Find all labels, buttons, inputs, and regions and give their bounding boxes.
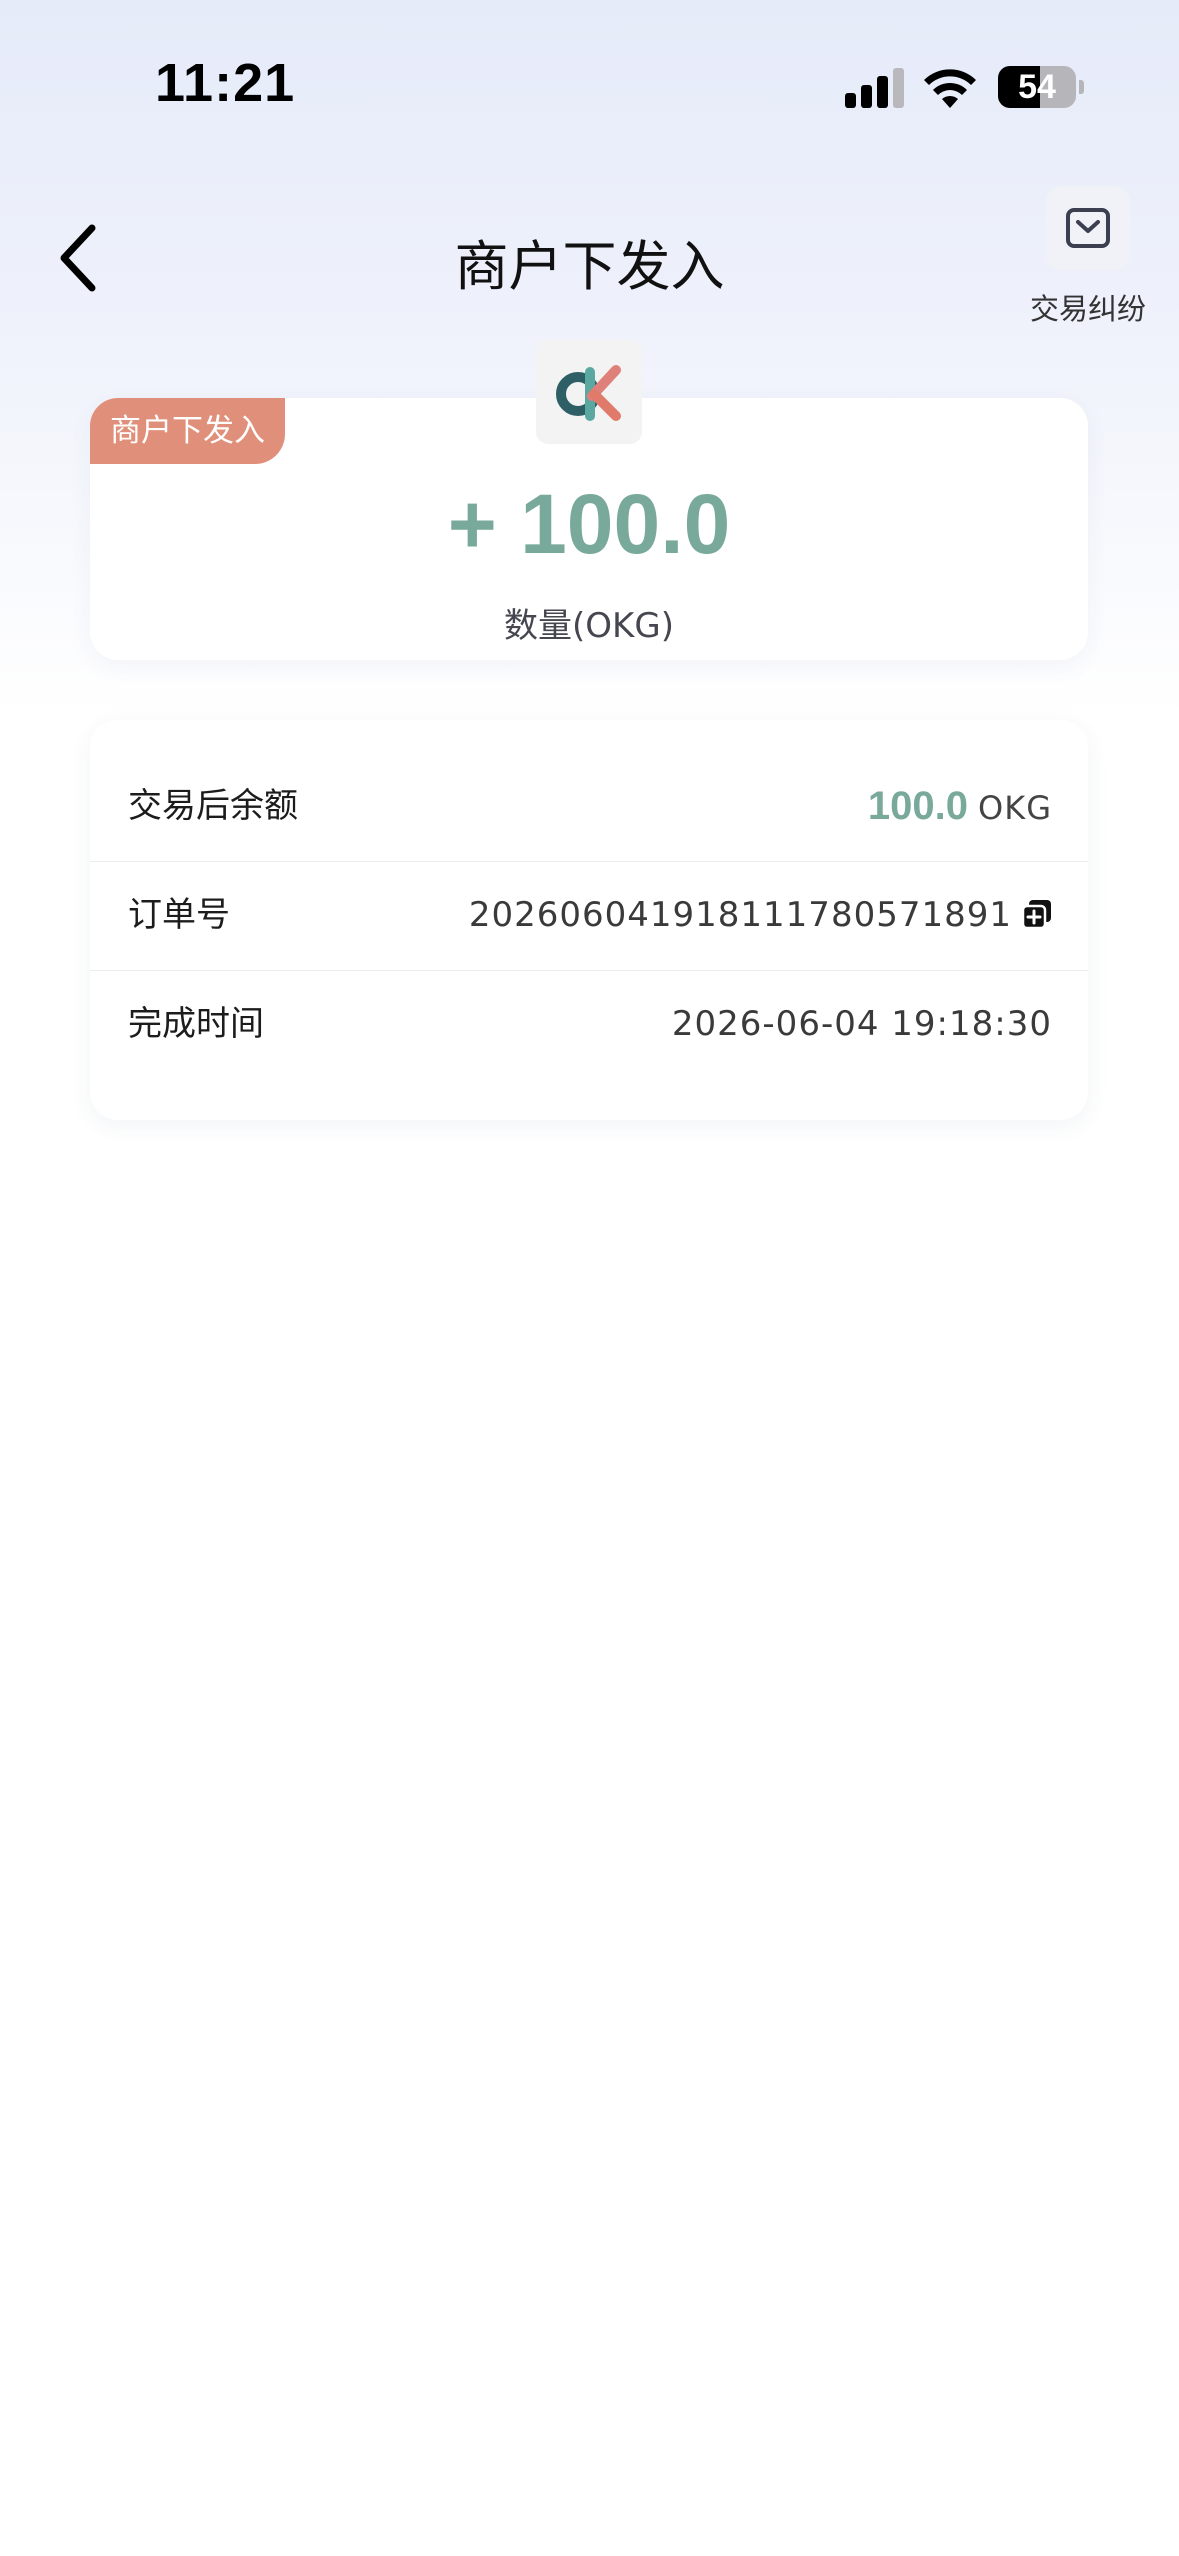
- dispute-label: 交易纠纷: [1029, 292, 1146, 326]
- order-label: 订单号: [128, 895, 230, 935]
- transaction-type-tag: 商户下发入: [90, 398, 285, 464]
- battery-level: 54: [1018, 68, 1056, 106]
- balance-unit: OKG: [978, 789, 1052, 827]
- transaction-dispute-button[interactable]: 交易纠纷: [1010, 186, 1166, 326]
- amount-unit-label: 数量(OKG): [504, 606, 674, 646]
- balance-row: 交易后余额 100.0 OKG: [90, 752, 1088, 862]
- okg-logo-icon: [556, 365, 621, 421]
- completed-time-value: 2026-06-04 19:18:30: [671, 1004, 1052, 1044]
- balance-amount: 100.0: [867, 784, 969, 828]
- chevron-down-box-icon: [1066, 208, 1110, 248]
- cellular-signal-icon: [845, 66, 905, 108]
- order-number[interactable]: 202606041918111780571891: [469, 895, 1012, 935]
- battery-icon: 54: [998, 66, 1076, 108]
- balance-value: 100.0 OKG: [868, 752, 1052, 863]
- status-time: 11:21: [155, 53, 296, 113]
- balance-label: 交易后余额: [128, 786, 298, 826]
- completed-time-row: 完成时间 2026-06-04 19:18:30: [90, 970, 1088, 1079]
- amount-value: + 100.0: [447, 477, 731, 571]
- wifi-icon: [924, 69, 976, 108]
- order-row: 订单号 202606041918111780571891: [90, 861, 1088, 971]
- dispute-icon-box: [1046, 186, 1130, 270]
- order-value-wrap: 202606041918111780571891: [469, 861, 1052, 970]
- page-title: 商户下发入: [454, 235, 725, 298]
- completed-time-label: 完成时间: [128, 1004, 264, 1044]
- okg-logo: [536, 340, 642, 444]
- copy-icon[interactable]: [1022, 899, 1052, 929]
- details-card: 交易后余额 100.0 OKG 订单号 202606041918111780571…: [90, 720, 1088, 1120]
- battery-cap: [1079, 80, 1084, 94]
